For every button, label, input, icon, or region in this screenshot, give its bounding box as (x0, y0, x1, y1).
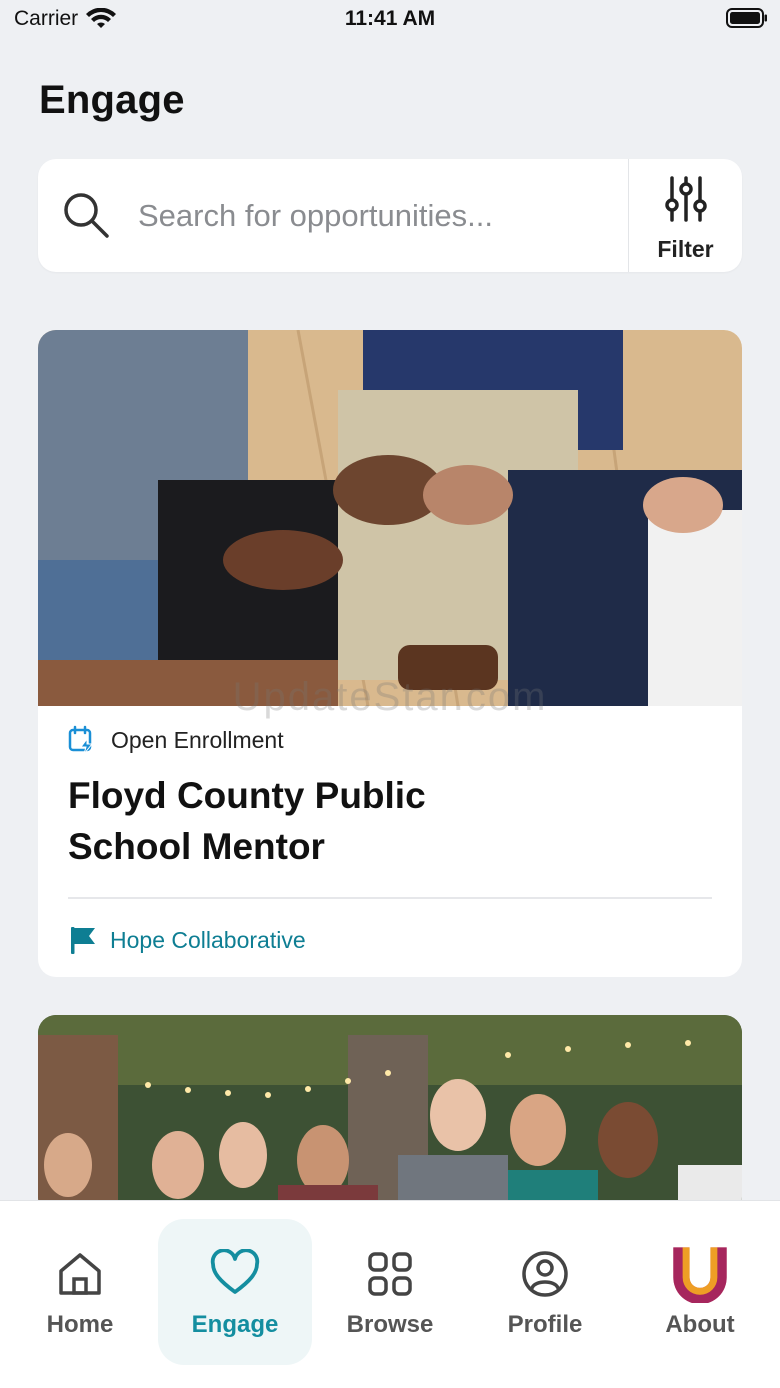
opportunity-image (38, 1015, 742, 1215)
u-logo-icon (673, 1247, 727, 1303)
status-label: Open Enrollment (111, 726, 284, 753)
tab-about[interactable]: About (623, 1219, 777, 1365)
status-time: 11:41 AM (344, 7, 436, 30)
battery-icon (726, 8, 767, 28)
heart-icon (210, 1249, 260, 1294)
tab-bar: Home Engage Browse Profile About (0, 1200, 780, 1388)
organization-name: Hope Collaborative (110, 926, 306, 953)
tab-engage[interactable]: Engage (158, 1219, 312, 1365)
tab-home-label: Home (46, 1311, 114, 1338)
page-title: Engage (39, 78, 185, 122)
home-icon (59, 1253, 101, 1295)
flag-icon (71, 927, 95, 954)
user-circle-icon (522, 1251, 568, 1297)
card-divider (68, 897, 712, 899)
tab-profile[interactable]: Profile (468, 1219, 622, 1365)
grid-icon (368, 1252, 412, 1296)
calendar-bolt-icon (68, 725, 94, 755)
sliders-icon (665, 176, 707, 222)
status-bar: Carrier 11:41 AM (0, 0, 780, 40)
tab-home[interactable]: Home (3, 1219, 157, 1365)
search-input[interactable] (136, 189, 620, 243)
opportunity-title: Floyd County Public School Mentor (68, 775, 426, 867)
opportunity-card[interactable]: UpdateStar.com Open Enrollment Floyd Cou… (38, 330, 742, 977)
search-bar: Filter (38, 159, 742, 272)
organization-link[interactable]: Hope Collaborative (68, 925, 306, 955)
tab-about-label: About (665, 1311, 735, 1338)
filter-label: Filter (657, 236, 714, 262)
watermark: UpdateStar.com (232, 675, 548, 719)
enrollment-status: Open Enrollment (67, 725, 284, 755)
opportunity-image (38, 330, 742, 706)
search-icon (64, 193, 109, 238)
filter-button[interactable]: Filter (629, 159, 742, 272)
tab-browse[interactable]: Browse (313, 1219, 467, 1365)
tab-engage-label: Engage (191, 1311, 279, 1338)
opportunity-card[interactable] (38, 1015, 742, 1215)
tab-profile-label: Profile (507, 1311, 583, 1338)
tab-browse-label: Browse (346, 1311, 434, 1338)
